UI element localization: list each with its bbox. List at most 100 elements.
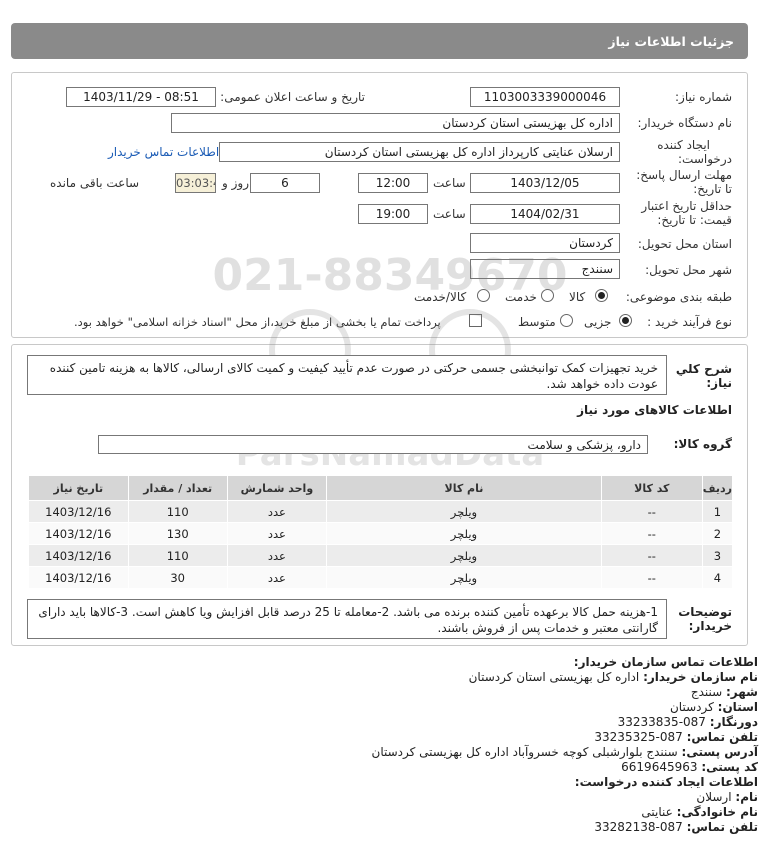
days-field[interactable]: 6 xyxy=(250,173,320,193)
buyer-org-field[interactable]: اداره کل بهزیستی استان کردستان xyxy=(171,113,620,133)
table-row: 1 -- ویلچر عدد 110 1403/12/16 xyxy=(28,500,734,523)
cell-row: 3 xyxy=(701,544,734,567)
cell-date: 1403/12/16 xyxy=(28,544,129,567)
org-name-row: نام سازمان خریدار: اداره کل بهزیستی استا… xyxy=(468,670,758,684)
goods-section-title: اطلاعات کالاهای مورد نیاز xyxy=(577,403,732,417)
summary-label-2: نياز: xyxy=(706,376,732,390)
validity-date-field[interactable]: 1404/02/31 xyxy=(470,204,620,224)
validity-label-1: حداقل تاریخ اعتبار xyxy=(641,199,732,213)
table-row: 2 -- ویلچر عدد 130 1403/12/16 xyxy=(28,522,734,545)
need-number-field[interactable]: 1103003339000046 xyxy=(470,87,620,107)
goods-table: ردیف کد کالا نام کالا واحد شمارش تعداد /… xyxy=(28,475,734,589)
cell-date: 1403/12/16 xyxy=(28,522,129,545)
org-phone-row: تلفن تماس: 087-33235325 xyxy=(594,730,758,744)
col-code: کد کالا xyxy=(600,475,703,501)
cell-code: -- xyxy=(600,500,703,523)
cell-unit: عدد xyxy=(226,522,328,545)
creator-contact-title: اطلاعات ایجاد کننده درخواست: xyxy=(574,775,758,789)
col-qty: تعداد / مقدار xyxy=(127,475,228,501)
announce-label: تاریخ و ساعت اعلان عمومی: xyxy=(220,90,365,104)
process-medium-label: متوسط xyxy=(518,315,556,329)
creator-label-2: درخواست: xyxy=(678,152,732,166)
cell-qty: 130 xyxy=(127,522,228,545)
cell-unit: عدد xyxy=(226,566,328,589)
process-minor-label: جزیی xyxy=(584,315,612,329)
category-service-label: خدمت xyxy=(505,290,537,304)
goods-group-field[interactable]: دارو، پزشکی و سلامت xyxy=(98,435,648,454)
reply-deadline-label-1: مهلت ارسال پاسخ: xyxy=(636,168,732,182)
cell-unit: عدد xyxy=(226,544,328,567)
cell-name: ویلچر xyxy=(326,566,602,589)
cell-code: -- xyxy=(600,566,703,589)
cell-name: ویلچر xyxy=(326,500,602,523)
org-city-row: شهر: سنندج xyxy=(690,685,758,699)
announce-field[interactable]: 1403/11/29 - 08:51 xyxy=(66,87,216,107)
buyer-org-label: نام دستگاه خریدار: xyxy=(637,116,733,130)
col-date: تاریخ نیاز xyxy=(28,475,129,501)
buyer-contact-link[interactable]: اطلاعات تماس خریدار xyxy=(108,145,219,159)
process-minor-radio[interactable] xyxy=(619,314,632,327)
cell-row: 1 xyxy=(701,500,734,523)
province-field[interactable]: کردستان xyxy=(470,233,620,253)
cell-qty: 110 xyxy=(127,544,228,567)
reply-date-field[interactable]: 1403/12/05 xyxy=(470,173,620,193)
remaining-label: ساعت باقی مانده xyxy=(50,176,140,190)
category-goods-radio[interactable] xyxy=(595,289,608,302)
payment-note: پرداخت تمام یا بخشی از مبلغ خرید،از محل … xyxy=(74,315,441,329)
city-label: شهر محل تحویل: xyxy=(645,263,732,277)
org-address-row: آدرس پستی: سنندج بلوارشبلی کوچه خسروآباد… xyxy=(371,745,759,759)
col-row: ردیف xyxy=(701,475,734,501)
remaining-time-field: 03:03:47 xyxy=(175,173,216,193)
table-row: 4 -- ویلچر عدد 30 1403/12/16 xyxy=(28,566,734,589)
buyer-notes-textarea[interactable]: 1-هزینه حمل کالا برعهده تأمین کننده برند… xyxy=(27,599,667,639)
validity-time-field[interactable]: 19:00 xyxy=(358,204,428,224)
cell-row: 4 xyxy=(701,566,734,589)
cell-qty: 110 xyxy=(127,500,228,523)
city-field[interactable]: سنندج xyxy=(470,259,620,279)
col-name: نام کالا xyxy=(326,475,602,501)
cell-code: -- xyxy=(600,544,703,567)
process-label: نوع فرآیند خرید : xyxy=(647,315,732,329)
days-label: روز و xyxy=(222,176,249,190)
cell-row: 2 xyxy=(701,522,734,545)
page-header: جزئیات اطلاعات نیاز xyxy=(11,23,748,59)
org-postal-row: کد پستی: 6619645963 xyxy=(621,760,758,774)
category-goods-label: کالا xyxy=(569,290,586,304)
page-title: جزئیات اطلاعات نیاز xyxy=(608,34,734,49)
category-both-label: کالا/خدمت xyxy=(414,290,467,304)
goods-table-header: ردیف کد کالا نام کالا واحد شمارش تعداد /… xyxy=(28,475,734,501)
need-number-label: شماره نیاز: xyxy=(675,90,732,104)
summary-label-1: شرح کلي xyxy=(675,362,732,376)
category-service-radio[interactable] xyxy=(541,289,554,302)
org-contact-title: اطلاعات تماس سازمان خریدار: xyxy=(573,655,758,669)
goods-group-label: گروه کالا: xyxy=(673,437,732,451)
summary-textarea[interactable]: خرید تجهیزات کمک توانبخشی جسمی حرکتی در … xyxy=(27,355,667,395)
org-province-row: استان: کردستان xyxy=(669,700,758,714)
reply-time-field[interactable]: 12:00 xyxy=(358,173,428,193)
org-fax-row: دورنگار: 087-33233835 xyxy=(617,715,758,729)
creator-first-name-row: نام: ارسلان xyxy=(696,790,758,804)
category-label: طبقه بندی موضوعی: xyxy=(625,290,732,304)
reply-deadline-label-2: تا تاریخ: xyxy=(693,182,732,196)
validity-time-label: ساعت xyxy=(433,207,466,221)
creator-last-name-row: نام خانوادگی: عنایتی xyxy=(641,805,758,819)
treasury-checkbox[interactable] xyxy=(469,314,482,327)
cell-unit: عدد xyxy=(226,500,328,523)
cell-date: 1403/12/16 xyxy=(28,500,129,523)
cell-name: ویلچر xyxy=(326,544,602,567)
process-medium-radio[interactable] xyxy=(560,314,573,327)
col-unit: واحد شمارش xyxy=(226,475,328,501)
table-row: 3 -- ویلچر عدد 110 1403/12/16 xyxy=(28,544,734,567)
province-label: استان محل تحویل: xyxy=(637,237,732,251)
reply-time-label: ساعت xyxy=(433,176,466,190)
validity-label-2: قیمت: تا تاریخ: xyxy=(657,213,732,227)
buyer-notes-label-2: خریدار: xyxy=(688,619,732,633)
creator-field[interactable]: ارسلان عنایتی کارپرداز اداره کل بهزیستی … xyxy=(219,142,620,162)
buyer-notes-label-1: توضیحات xyxy=(678,605,732,619)
cell-code: -- xyxy=(600,522,703,545)
category-both-radio[interactable] xyxy=(477,289,490,302)
cell-qty: 30 xyxy=(127,566,228,589)
cell-name: ویلچر xyxy=(326,522,602,545)
creator-phone-row: تلفن تماس: 087-33282138 xyxy=(594,820,758,834)
creator-label-1: ایجاد کننده xyxy=(657,138,710,152)
